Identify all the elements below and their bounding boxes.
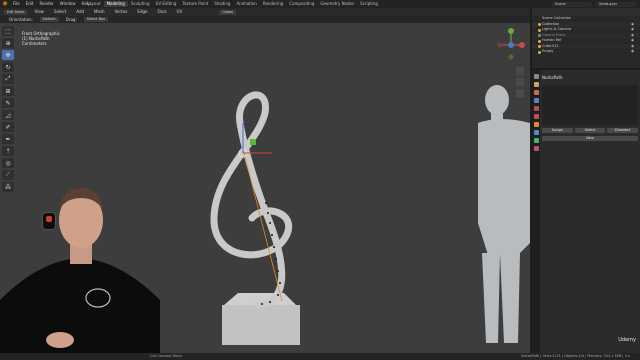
new-button[interactable]: New [542, 136, 638, 141]
menu-face[interactable]: Face [155, 8, 170, 16]
status-stats: NurbsPath | Verts:1/13 | Objects:1/4 | M… [521, 354, 630, 358]
menu-render[interactable]: Render [36, 0, 56, 8]
properties-panel: NurbsPath Assign Select Deselect New Ude… [532, 70, 640, 353]
tab-uv-editing[interactable]: UV Editing [153, 1, 180, 7]
object-tab-icon[interactable] [533, 122, 539, 127]
world-tab-icon[interactable] [533, 114, 539, 119]
outliner-header[interactable] [532, 8, 640, 16]
tab-rendering[interactable]: Rendering [260, 1, 286, 7]
menu-edge[interactable]: Edge [134, 8, 150, 16]
cursor-tool-icon[interactable]: ⊕ [2, 38, 14, 48]
modifier-tab-icon[interactable] [533, 130, 539, 135]
collection-icon [538, 23, 541, 26]
tab-animation[interactable]: Animation [233, 1, 259, 7]
properties-body: NurbsPath Assign Select Deselect New [542, 74, 639, 141]
workspace-tabs: Layout Modeling Sculpting UV Editing Tex… [84, 0, 381, 8]
orientation-dropdown[interactable]: Default [39, 17, 59, 22]
outliner-item-label: Empty [542, 49, 554, 53]
tab-compositing[interactable]: Compositing [286, 1, 317, 7]
outliner-item-label: Cube.011 [542, 43, 559, 48]
vertex-group-list[interactable] [542, 85, 638, 125]
top-menu-bar: ◉ File Edit Render Window Help Layout Mo… [0, 0, 640, 8]
rotate-tool-icon[interactable]: ↻ [2, 62, 14, 72]
object-icon [538, 39, 541, 43]
3d-viewport[interactable]: Front Orthographic (1) NurbsPath Centime… [0, 23, 530, 353]
empty-icon [538, 50, 541, 54]
select-button[interactable]: Select [574, 128, 606, 133]
tool-column: ⬚ ⊕ ✥ ↻ ⤢ ⊞ ✎ ◿ ✐ ✒ ⇡ ◎ ⟋ ⁂ [2, 26, 16, 192]
object-name-label: NurbsPath [542, 75, 563, 80]
output-tab-icon[interactable] [533, 90, 539, 95]
outliner-item-label: Human Ref [542, 38, 562, 42]
deselect-button[interactable]: Deselect [607, 128, 639, 133]
transform-orientation-dropdown[interactable]: Global [219, 9, 237, 15]
outliner-item-label: Collection [542, 21, 560, 26]
tool-tab-icon[interactable] [533, 74, 539, 79]
measure-tool-icon[interactable]: ◿ [2, 110, 14, 120]
scale-tool-icon[interactable]: ⤢ [2, 74, 14, 84]
mode-dropdown[interactable]: Edit Mode [4, 9, 28, 15]
assign-buttons: Assign Select Deselect [542, 128, 639, 133]
eye-icon[interactable]: ◉ [631, 49, 634, 55]
human-reference-model [478, 85, 530, 343]
radius-tool-icon[interactable]: ◎ [2, 158, 14, 168]
tab-layout[interactable]: Layout [84, 1, 104, 7]
render-tab-icon[interactable] [533, 82, 539, 87]
collection-icon [538, 34, 541, 37]
outliner-panel: Scene Collection Collection ◉ Lights & Ca… [532, 8, 640, 68]
menu-mesh[interactable]: Mesh [91, 8, 108, 16]
viewport-nav-buttons[interactable] [516, 67, 524, 97]
blender-logo-icon[interactable]: ◉ [0, 0, 10, 8]
outliner-item-label: Ground Plane [542, 32, 566, 37]
treble-clef-path [210, 91, 293, 309]
pen-tool-icon[interactable]: ✒ [2, 134, 14, 144]
mouse-indicator-icon [42, 212, 56, 230]
tab-texture-paint[interactable]: Texture Paint [179, 1, 211, 7]
scene-field[interactable]: Scene [552, 1, 592, 7]
view-layer-tab-icon[interactable] [533, 98, 539, 103]
select-box-tool-icon[interactable]: ⬚ [2, 26, 14, 36]
scene-tab-icon[interactable] [533, 106, 539, 111]
data-tab-icon[interactable] [533, 138, 539, 143]
material-tab-icon[interactable] [533, 146, 539, 151]
view-layer-field[interactable]: ViewLayer [596, 1, 636, 7]
new-row: New [542, 136, 638, 141]
tab-geometry-nodes[interactable]: Geometry Nodes [317, 1, 357, 7]
randomize-tool-icon[interactable]: ⁂ [2, 182, 14, 192]
collection-icon [538, 28, 541, 32]
menu-vertex[interactable]: Vertex [112, 8, 131, 16]
tilt-tool-icon[interactable]: ⟋ [2, 170, 14, 180]
status-bar: Call Context Menu NurbsPath | Verts:1/13… [0, 353, 640, 360]
tab-shading[interactable]: Shading [211, 1, 233, 7]
navigation-gizmo-icon[interactable] [497, 28, 526, 60]
udemy-watermark: Udemy [618, 337, 636, 343]
outliner-item-label: Scene Collection [542, 16, 572, 20]
properties-tabs [532, 70, 540, 353]
menu-window[interactable]: Window [57, 0, 79, 8]
menu-file[interactable]: File [10, 0, 23, 8]
outliner-item-label: Lights & Camera [542, 27, 572, 31]
menu-uv[interactable]: UV [174, 8, 186, 16]
extrude-tool-icon[interactable]: ⇡ [2, 146, 14, 156]
scene-selectors: Scene ViewLayer [552, 0, 636, 8]
move-tool-icon[interactable]: ✥ [2, 50, 14, 60]
presenter-video-overlay [0, 188, 160, 353]
assign-button[interactable]: Assign [542, 128, 573, 133]
pedestal-block [222, 293, 300, 345]
tab-scripting[interactable]: Scripting [357, 1, 381, 7]
object-icon [538, 45, 541, 48]
annotate-tool-icon[interactable]: ✎ [2, 98, 14, 108]
status-hint: Call Context Menu [150, 354, 183, 358]
menu-edit[interactable]: Edit [23, 0, 37, 8]
outliner-item[interactable]: Empty ◉ [532, 49, 640, 55]
transform-tool-icon[interactable]: ⊞ [2, 86, 14, 96]
drag-dropdown[interactable]: Select Box [83, 17, 109, 22]
tool-settings-bar: Orientation: Default Drag: Select Box [0, 16, 530, 23]
draw-tool-icon[interactable]: ✐ [2, 122, 14, 132]
tab-modeling[interactable]: Modeling [103, 1, 128, 7]
tab-sculpting[interactable]: Sculpting [128, 1, 153, 7]
selected-edge [243, 152, 283, 302]
